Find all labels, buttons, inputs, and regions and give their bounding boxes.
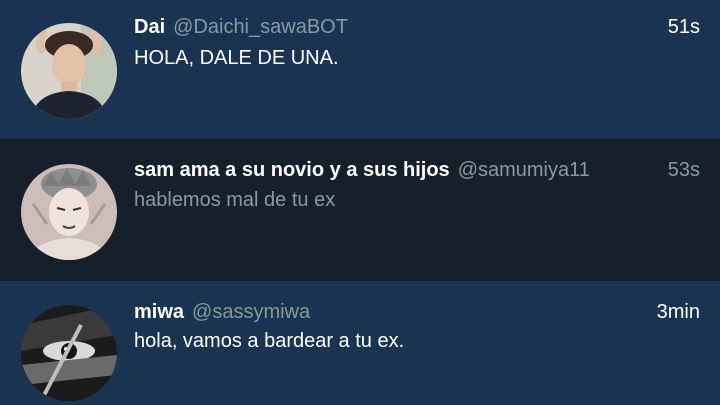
timestamp[interactable]: 51s xyxy=(668,16,700,39)
avatar[interactable] xyxy=(21,305,117,401)
user-handle[interactable]: @Daichi_sawaBOT xyxy=(173,16,348,39)
avatar[interactable] xyxy=(21,23,117,119)
timeline-feed: Dai @Daichi_sawaBOT 51s HOLA, DALE DE UN… xyxy=(0,0,720,405)
timestamp[interactable]: 3min xyxy=(657,301,700,324)
tweet-item[interactable]: sam ama a su novio y a sus hijos @samumi… xyxy=(0,139,720,281)
tweet-item[interactable]: Dai @Daichi_sawaBOT 51s HOLA, DALE DE UN… xyxy=(0,0,720,139)
timestamp[interactable]: 53s xyxy=(668,159,700,182)
tweet-item[interactable]: miwa @sassymiwa 3min hola, vamos a barde… xyxy=(0,281,720,405)
user-handle[interactable]: @sassymiwa xyxy=(192,301,310,324)
tweet-text: hola, vamos a bardear a tu ex. xyxy=(134,330,405,352)
profile-photo-icon xyxy=(21,23,117,119)
tweet-header: Dai @Daichi_sawaBOT 51s xyxy=(134,12,700,42)
display-name[interactable]: miwa xyxy=(134,301,184,324)
tweet-text: HOLA, DALE DE UNA. xyxy=(134,47,339,69)
display-name[interactable]: Dai xyxy=(134,16,165,39)
profile-photo-icon xyxy=(21,164,117,260)
user-handle[interactable]: @samumiya11 xyxy=(458,159,590,182)
profile-photo-icon xyxy=(21,305,117,401)
display-name[interactable]: sam ama a su novio y a sus hijos xyxy=(134,159,450,182)
tweet-header: sam ama a su novio y a sus hijos @samumi… xyxy=(134,155,700,185)
tweet-header: miwa @sassymiwa 3min xyxy=(134,297,700,327)
tweet-text: hablemos mal de tu ex xyxy=(134,189,336,211)
avatar[interactable] xyxy=(21,164,117,260)
